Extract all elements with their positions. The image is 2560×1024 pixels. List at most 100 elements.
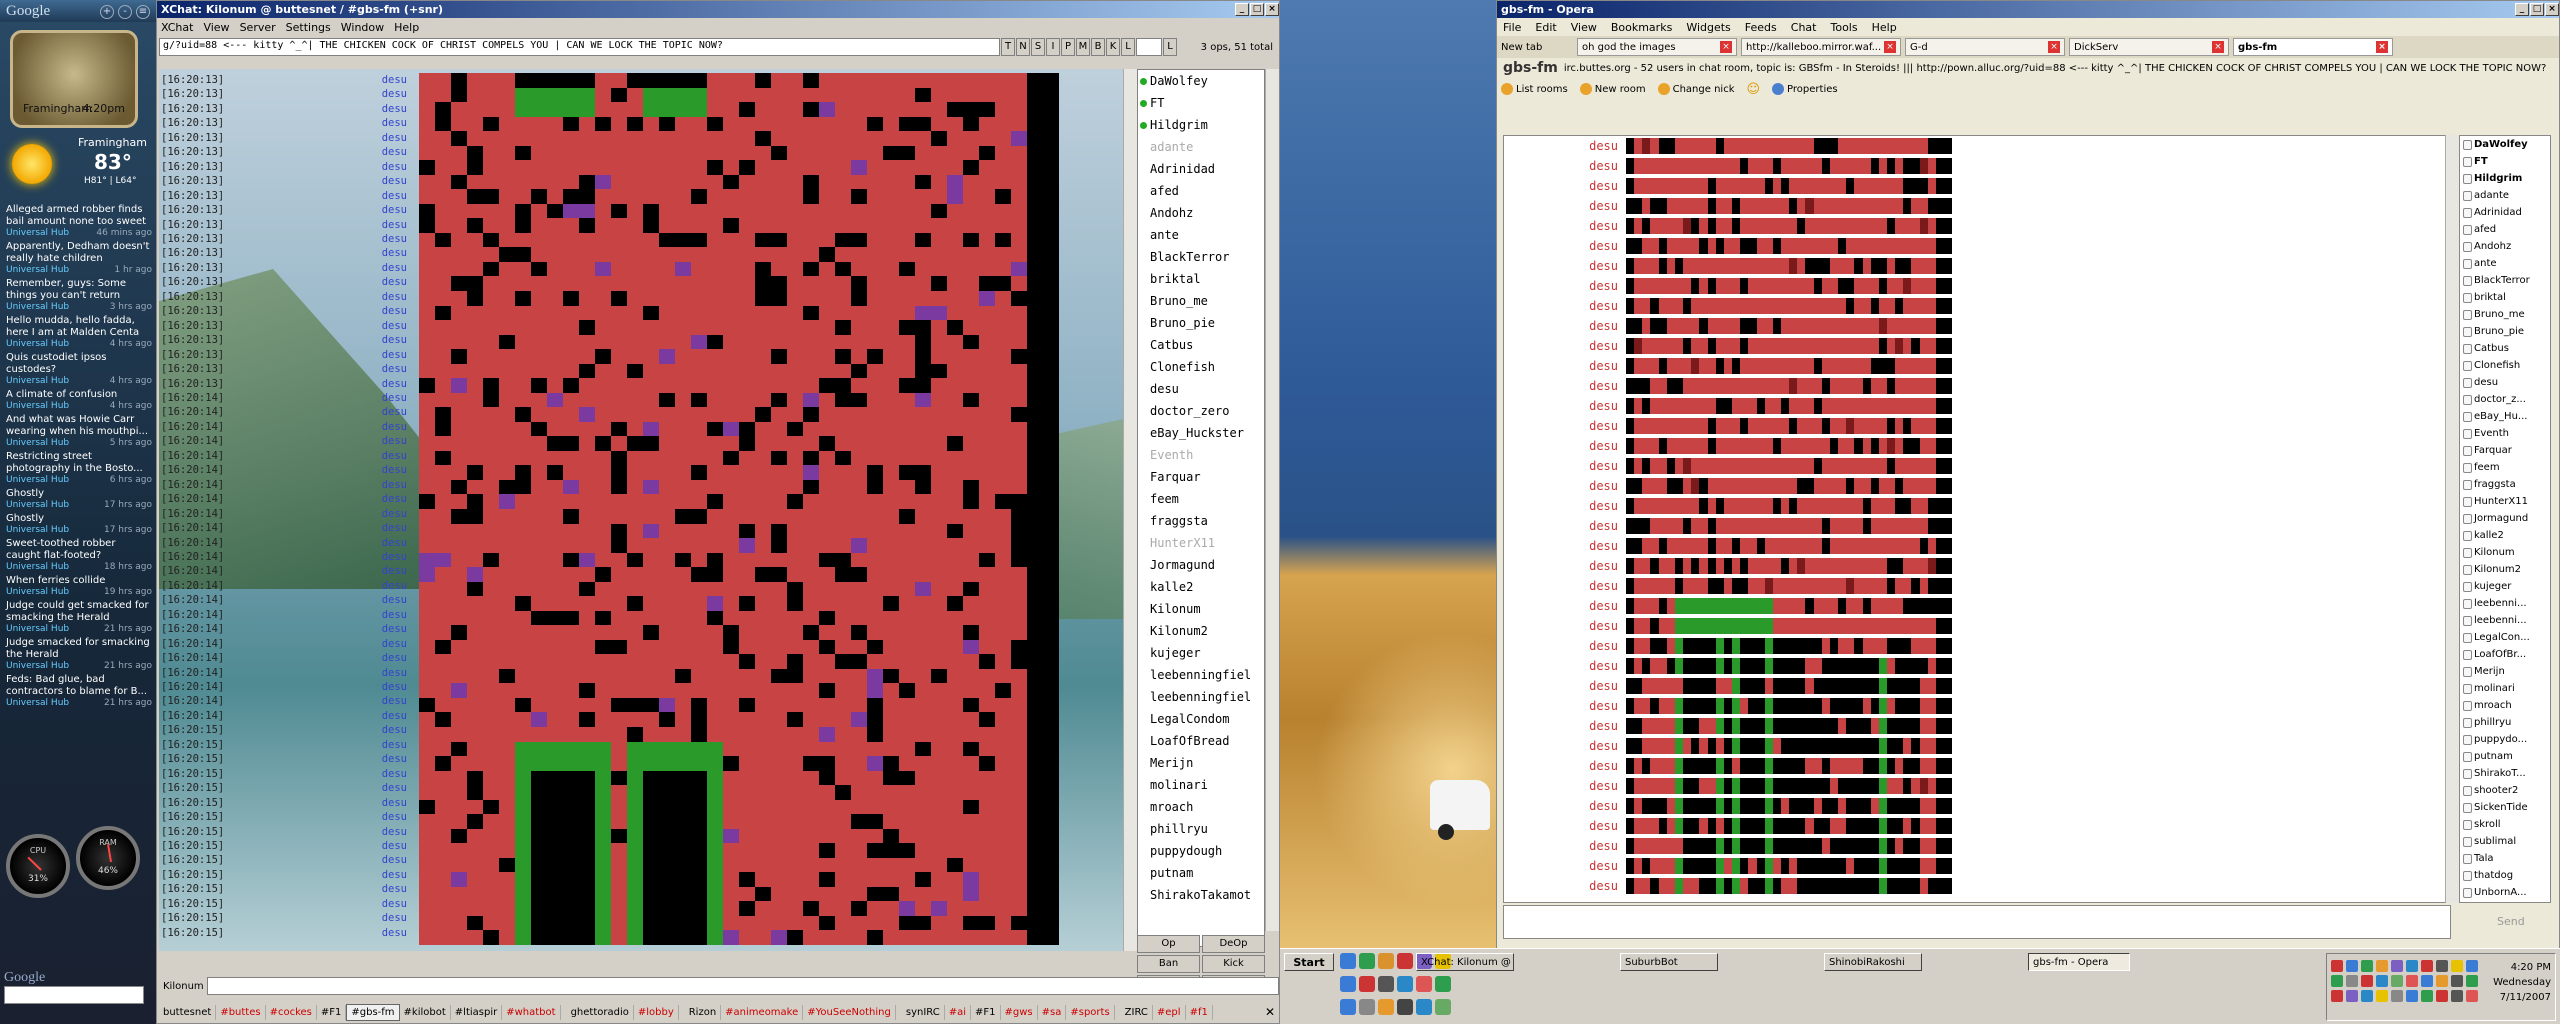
opera-user-item[interactable]: leebenni... xyxy=(2460,612,2550,629)
channel-tab[interactable]: #ltiaspir xyxy=(451,1004,503,1020)
close-button[interactable]: × xyxy=(1265,3,1279,16)
user-list-item[interactable]: FT xyxy=(1138,92,1264,114)
opera-user-item[interactable]: UnbornA... xyxy=(2460,884,2550,901)
opera-user-item[interactable]: phillryu xyxy=(2460,714,2550,731)
tray-icon[interactable] xyxy=(2331,960,2343,972)
chat-nick[interactable]: desu xyxy=(1504,159,1626,173)
chat-nick[interactable]: desu xyxy=(1504,779,1626,793)
chat-nick[interactable]: desu xyxy=(1504,499,1626,513)
chat-nick[interactable]: desu xyxy=(311,666,407,680)
tray-icon[interactable] xyxy=(2421,975,2433,987)
close-tab-icon[interactable]: ✕ xyxy=(1265,1005,1275,1019)
chat-nick[interactable]: desu xyxy=(311,434,407,448)
minimize-button[interactable]: _ xyxy=(1235,3,1249,16)
user-list-item[interactable]: LegalCondom xyxy=(1138,708,1264,730)
news-item[interactable]: When ferries collide Universal Hub 19 hrs … xyxy=(6,575,152,597)
news-item[interactable]: Ghostly Universal Hub 17 hrs ago xyxy=(6,488,152,510)
chat-nick[interactable]: desu xyxy=(311,218,407,232)
user-list-item[interactable]: puppydough xyxy=(1138,840,1264,862)
quick-launch-icon[interactable] xyxy=(1378,976,1394,992)
chat-nick[interactable]: desu xyxy=(1504,219,1626,233)
browser-tab[interactable]: gbs-fm × xyxy=(2233,38,2393,56)
chat-nick[interactable]: desu xyxy=(1504,739,1626,753)
chat-nick[interactable]: desu xyxy=(311,709,407,723)
chat-nick[interactable]: desu xyxy=(311,261,407,275)
user-list-item[interactable]: LoafOfBread xyxy=(1138,730,1264,752)
news-title[interactable]: When ferries collide xyxy=(6,575,152,587)
opera-menu-edit[interactable]: Edit xyxy=(1535,21,1556,34)
opera-user-list[interactable]: DaWolfey FT Hildgrim adante Adrinidad afed And… xyxy=(2459,135,2551,903)
channel-tab[interactable]: #kilobot xyxy=(400,1004,451,1020)
menu-window[interactable]: Window xyxy=(341,21,384,34)
chat-nick[interactable]: desu xyxy=(311,882,407,896)
tray-icon[interactable] xyxy=(2376,960,2388,972)
opera-user-item[interactable]: Tala xyxy=(2460,850,2550,867)
tray-icon[interactable] xyxy=(2451,990,2463,1002)
chat-nick[interactable]: desu xyxy=(311,203,407,217)
mode-n-button[interactable]: N xyxy=(1016,38,1030,56)
opera-chat-area[interactable]: desu desu desu desu desu desu desu desu desu desu… xyxy=(1503,135,2471,903)
opera-user-item[interactable]: Catbus xyxy=(2460,340,2550,357)
chat-nick[interactable]: desu xyxy=(311,492,407,506)
user-list-item[interactable]: Clonefish xyxy=(1138,356,1264,378)
opera-menu-widgets[interactable]: Widgets xyxy=(1686,21,1730,34)
quick-launch-icon[interactable] xyxy=(1435,976,1451,992)
news-title[interactable]: Judge smacked for smacking the Herald xyxy=(6,637,152,661)
opera-user-item[interactable]: sublimal xyxy=(2460,833,2550,850)
opera-menu-bookmarks[interactable]: Bookmarks xyxy=(1611,21,1672,34)
news-title[interactable]: A climate of confusion xyxy=(6,389,152,401)
tray-icon[interactable] xyxy=(2391,960,2403,972)
close-tab-icon[interactable]: × xyxy=(1884,41,1896,53)
tray-icon[interactable] xyxy=(2391,990,2403,1002)
user-list-item[interactable]: desu xyxy=(1138,378,1264,400)
opera-message-input[interactable] xyxy=(1503,905,2451,939)
opera-user-item[interactable]: thatdog xyxy=(2460,867,2550,884)
mode-s-button[interactable]: S xyxy=(1031,38,1045,56)
chat-nick[interactable]: desu xyxy=(311,319,407,333)
chat-nick[interactable]: desu xyxy=(311,622,407,636)
chat-nick[interactable]: desu xyxy=(311,738,407,752)
news-title[interactable]: Restricting street photography in the Bo… xyxy=(6,451,152,475)
chat-nick[interactable]: desu xyxy=(1504,259,1626,273)
opera-user-item[interactable]: puppydo... xyxy=(2460,731,2550,748)
browser-tab[interactable]: oh god the images × xyxy=(1577,38,1737,56)
channel-tab[interactable]: #sports xyxy=(1066,1004,1115,1020)
news-item[interactable]: Judge smacked for smacking the Herald Uni… xyxy=(6,637,152,671)
tray-icon[interactable] xyxy=(2361,975,2373,987)
channel-tab[interactable]: Rizon xyxy=(685,1004,722,1020)
chat-nick[interactable]: desu xyxy=(311,420,407,434)
tray-icon[interactable] xyxy=(2331,975,2343,987)
news-item[interactable]: Sweet-toothed robber caught flat-footed?… xyxy=(6,538,152,572)
tray-clock[interactable]: 4:20 PM Wednesday 7/11/2007 xyxy=(2493,960,2551,1005)
mode-b-button[interactable]: B xyxy=(1091,38,1105,56)
user-list-item[interactable]: afed xyxy=(1138,180,1264,202)
close-tab-icon[interactable]: × xyxy=(2212,41,2224,53)
news-item[interactable]: Judge could get smacked for smacking the… xyxy=(6,600,152,634)
quick-launch-icon[interactable] xyxy=(1359,953,1375,969)
input-nick[interactable]: Kilonum xyxy=(159,981,207,992)
chat-nick[interactable]: desu xyxy=(311,593,407,607)
chat-nick[interactable]: desu xyxy=(311,362,407,376)
tray-icon[interactable] xyxy=(2466,975,2478,987)
chat-nick[interactable]: desu xyxy=(311,102,407,116)
mode-i-button[interactable]: I xyxy=(1046,38,1060,56)
chat-nick[interactable]: desu xyxy=(1504,179,1626,193)
channel-tab[interactable]: synIRC xyxy=(902,1004,945,1020)
chat-nick[interactable]: desu xyxy=(1504,559,1626,573)
deop-button[interactable]: DeOp xyxy=(1202,935,1265,953)
chat-nick[interactable]: desu xyxy=(311,825,407,839)
opera-user-item[interactable]: molinari xyxy=(2460,680,2550,697)
chat-nick[interactable]: desu xyxy=(311,536,407,550)
xchat-titlebar[interactable]: XChat: Kilonum @ buttesnet / #gbs-fm (+s… xyxy=(157,1,1279,18)
mode-key-button[interactable]: L xyxy=(1163,38,1177,56)
chat-nick[interactable]: desu xyxy=(311,796,407,810)
user-list-item[interactable]: briktal xyxy=(1138,268,1264,290)
quick-launch-icon[interactable] xyxy=(1416,999,1432,1015)
user-list-item[interactable]: Kilonum xyxy=(1138,598,1264,620)
mode-limit-input[interactable] xyxy=(1136,38,1162,56)
chat-nick[interactable]: desu xyxy=(1504,859,1626,873)
user-list-item[interactable]: Catbus xyxy=(1138,334,1264,356)
opera-user-item[interactable]: ante xyxy=(2460,255,2550,272)
chat-nick[interactable]: desu xyxy=(311,521,407,535)
opera-user-item[interactable]: HunterX11 xyxy=(2460,493,2550,510)
